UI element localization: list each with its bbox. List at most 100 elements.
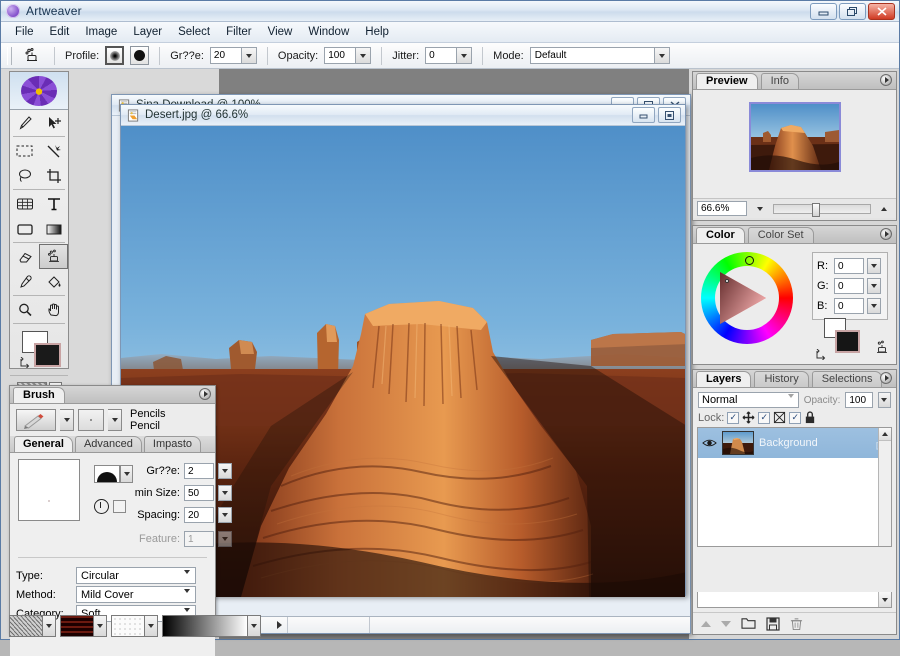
color-wheel[interactable] xyxy=(701,252,793,344)
tab-selections[interactable]: Selections xyxy=(811,371,883,387)
jitter-spinner[interactable] xyxy=(425,47,473,64)
subtab-impasto[interactable]: Impasto xyxy=(143,436,202,452)
gradient-tool[interactable] xyxy=(39,216,68,241)
gradient-swatch[interactable] xyxy=(162,615,261,637)
preview-panel-menu-button[interactable] xyxy=(880,74,892,86)
subtab-general[interactable]: General xyxy=(14,436,73,452)
size-spinner[interactable] xyxy=(209,47,257,64)
shape-tool[interactable] xyxy=(10,216,39,241)
text-tool[interactable] xyxy=(39,191,68,216)
move-tool[interactable] xyxy=(39,110,68,135)
brush-size-dropdown-button[interactable] xyxy=(218,463,232,479)
lock-transparency-checkbox[interactable]: ✓ xyxy=(727,411,740,424)
menu-file[interactable]: File xyxy=(7,24,42,40)
green-value[interactable]: 0 xyxy=(834,278,864,294)
brush-shape-button[interactable] xyxy=(94,465,120,483)
grain-dropdown-button[interactable] xyxy=(145,615,158,637)
soft-round-profile-button[interactable] xyxy=(105,46,125,65)
jitter-input[interactable] xyxy=(426,48,457,63)
crop-tool[interactable] xyxy=(39,163,68,188)
paper-texture-dropdown-button[interactable] xyxy=(43,615,56,637)
eraser-tool[interactable] xyxy=(10,244,39,269)
brush-variant-dropdown-button[interactable] xyxy=(108,409,122,431)
opacity-dropdown-button[interactable] xyxy=(355,48,371,63)
status-expand-arrow-icon[interactable] xyxy=(277,621,282,629)
child-restore-button[interactable] xyxy=(658,107,681,123)
preview-zoom-slider-thumb[interactable] xyxy=(812,202,821,217)
brush-spacing-dropdown-button[interactable] xyxy=(218,507,232,523)
zoom-tool[interactable] xyxy=(10,297,39,322)
layer-list-scrollbar[interactable] xyxy=(878,428,891,546)
toolbar-grip[interactable] xyxy=(7,46,12,65)
tab-history[interactable]: History xyxy=(754,371,809,387)
tab-layers[interactable]: Layers xyxy=(696,371,752,387)
green-dropdown-button[interactable] xyxy=(867,278,881,294)
move-layer-up-button[interactable] xyxy=(701,620,711,627)
layer-opacity-dropdown-button[interactable] xyxy=(877,392,891,408)
menu-view[interactable]: View xyxy=(260,24,301,40)
mode-combobox[interactable]: Default xyxy=(529,47,670,64)
airbrush-tool[interactable] xyxy=(39,244,68,269)
trash-icon[interactable] xyxy=(790,617,803,631)
paper-texture-swatch[interactable] xyxy=(9,615,56,637)
blend-mode-select[interactable]: Normal xyxy=(698,392,799,410)
grain-swatch[interactable] xyxy=(111,615,158,637)
pattern-dropdown-button[interactable] xyxy=(94,615,107,637)
tab-color-set[interactable]: Color Set xyxy=(747,227,814,243)
menu-filter[interactable]: Filter xyxy=(218,24,260,40)
red-value[interactable]: 0 xyxy=(834,258,864,274)
foreground-color-swatch[interactable] xyxy=(835,330,860,353)
lasso-tool[interactable] xyxy=(10,163,39,188)
preview-zoom-slider[interactable] xyxy=(773,202,871,217)
table-row[interactable]: Background xyxy=(698,428,891,458)
hue-marker[interactable] xyxy=(745,256,754,265)
preview-zoom-value[interactable]: 66.6% xyxy=(697,201,747,216)
saturation-marker[interactable] xyxy=(725,279,729,283)
restore-button[interactable] xyxy=(839,3,866,20)
blue-dropdown-button[interactable] xyxy=(867,298,881,314)
brush-method-select[interactable]: Mild Cover xyxy=(76,586,196,605)
preview-zoom-in-button[interactable] xyxy=(876,206,892,211)
size-input[interactable] xyxy=(210,48,241,63)
menu-help[interactable]: Help xyxy=(357,24,397,40)
menu-select[interactable]: Select xyxy=(170,24,218,40)
brush-type-select[interactable]: Circular xyxy=(76,567,196,586)
menu-layer[interactable]: Layer xyxy=(125,24,170,40)
brush-min-size-value[interactable]: 50 xyxy=(184,485,214,501)
new-layer-icon[interactable] xyxy=(766,616,780,631)
gradient-dropdown-button[interactable] xyxy=(248,615,261,637)
paint-bucket-tool[interactable] xyxy=(39,269,68,294)
hard-round-profile-button[interactable] xyxy=(130,46,150,65)
brush-spacing-value[interactable]: 20 xyxy=(184,507,214,523)
lock-image-checkbox[interactable]: ✓ xyxy=(758,411,771,424)
menu-edit[interactable]: Edit xyxy=(42,24,78,40)
minimize-button[interactable] xyxy=(810,3,837,20)
menu-image[interactable]: Image xyxy=(77,24,125,40)
brush-panel-menu-button[interactable] xyxy=(199,388,211,400)
tab-brush[interactable]: Brush xyxy=(13,387,65,403)
brush-preset-preview[interactable] xyxy=(16,409,56,431)
opacity-spinner[interactable] xyxy=(324,47,372,64)
folder-icon[interactable] xyxy=(741,617,756,630)
close-button[interactable] xyxy=(868,3,895,20)
menu-window[interactable]: Window xyxy=(300,24,357,40)
jitter-dropdown-button[interactable] xyxy=(456,48,472,63)
blue-value[interactable]: 0 xyxy=(834,298,864,314)
clone-stamp-icon[interactable] xyxy=(874,340,890,356)
rectangular-marquee-tool[interactable] xyxy=(10,138,39,163)
child-minimize-button[interactable] xyxy=(632,107,655,123)
move-layer-down-button[interactable] xyxy=(721,620,731,627)
tab-info[interactable]: Info xyxy=(760,73,799,89)
mode-dropdown-button[interactable] xyxy=(653,48,669,63)
foreground-color-chip[interactable] xyxy=(34,343,61,367)
red-dropdown-button[interactable] xyxy=(867,258,881,274)
brush-size-value[interactable]: 2 xyxy=(184,463,214,479)
opacity-input[interactable] xyxy=(325,48,356,63)
swap-colors-icon[interactable] xyxy=(816,349,827,360)
color-panel-menu-button[interactable] xyxy=(880,228,892,240)
layer-list[interactable]: Background xyxy=(697,427,892,547)
size-dropdown-button[interactable] xyxy=(240,48,256,63)
tab-color[interactable]: Color xyxy=(696,227,745,243)
magic-wand-tool[interactable] xyxy=(39,138,68,163)
timing-checkbox[interactable] xyxy=(113,500,126,513)
